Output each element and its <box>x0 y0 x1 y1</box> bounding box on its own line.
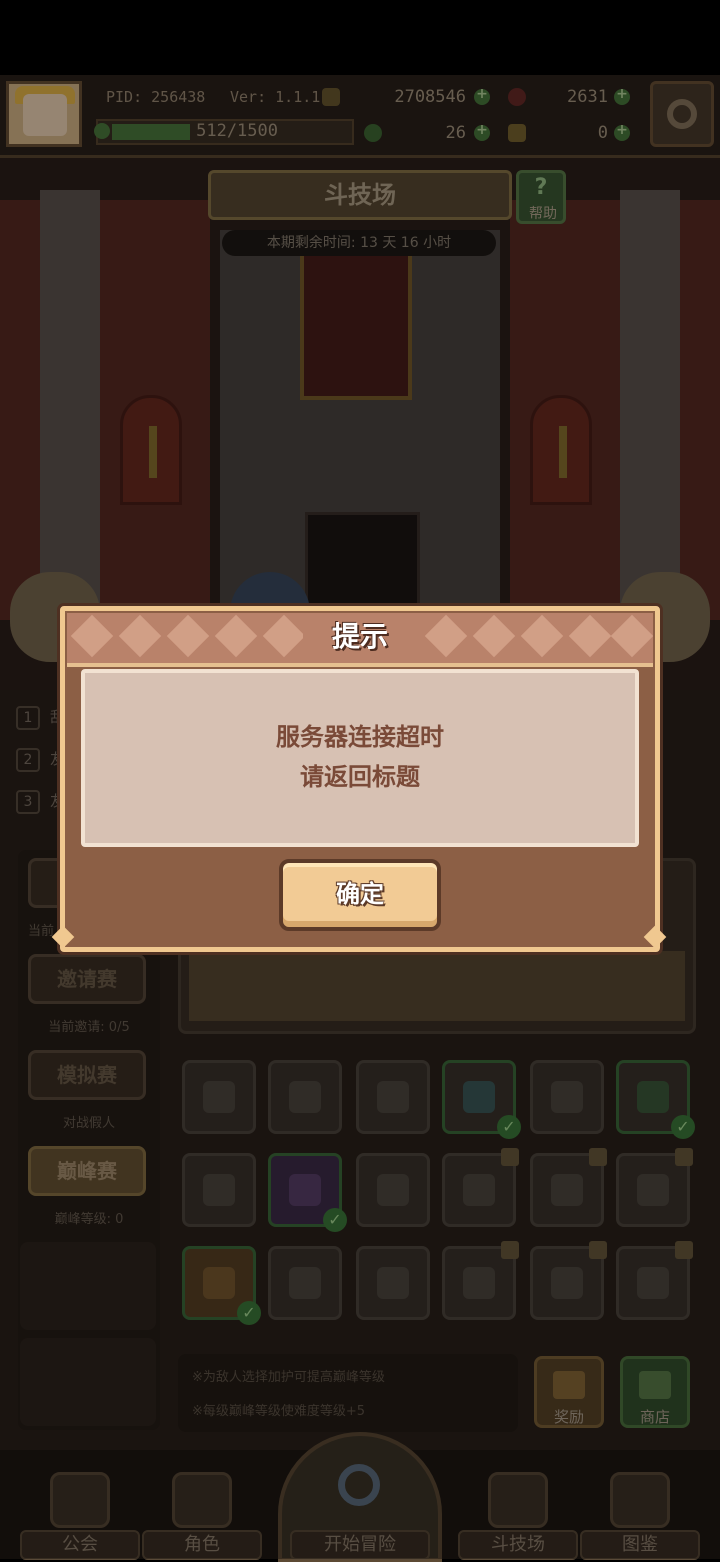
dialog-message-line: 请返回标题 <box>300 763 420 791</box>
dialog-title: 提示 <box>303 613 417 661</box>
header-ornament <box>472 614 516 658</box>
header-ornament <box>424 614 468 658</box>
dialog-body: 服务器连接超时 请返回标题 <box>81 669 639 847</box>
header-ornament <box>166 614 210 658</box>
header-ornament <box>214 614 258 658</box>
header-ornament <box>610 614 653 658</box>
alert-dialog: 提示 服务器连接超时 请返回标题 确定 <box>51 606 667 952</box>
header-ornament <box>262 614 306 658</box>
status-bar <box>0 0 720 75</box>
header-ornament <box>118 614 162 658</box>
header-ornament <box>568 614 612 658</box>
confirm-button[interactable]: 确定 <box>279 859 441 931</box>
header-ornament <box>520 614 564 658</box>
dialog-message-line: 服务器连接超时 <box>276 723 444 751</box>
header-ornament <box>70 614 114 658</box>
dialog-header: 提示 <box>67 613 653 667</box>
